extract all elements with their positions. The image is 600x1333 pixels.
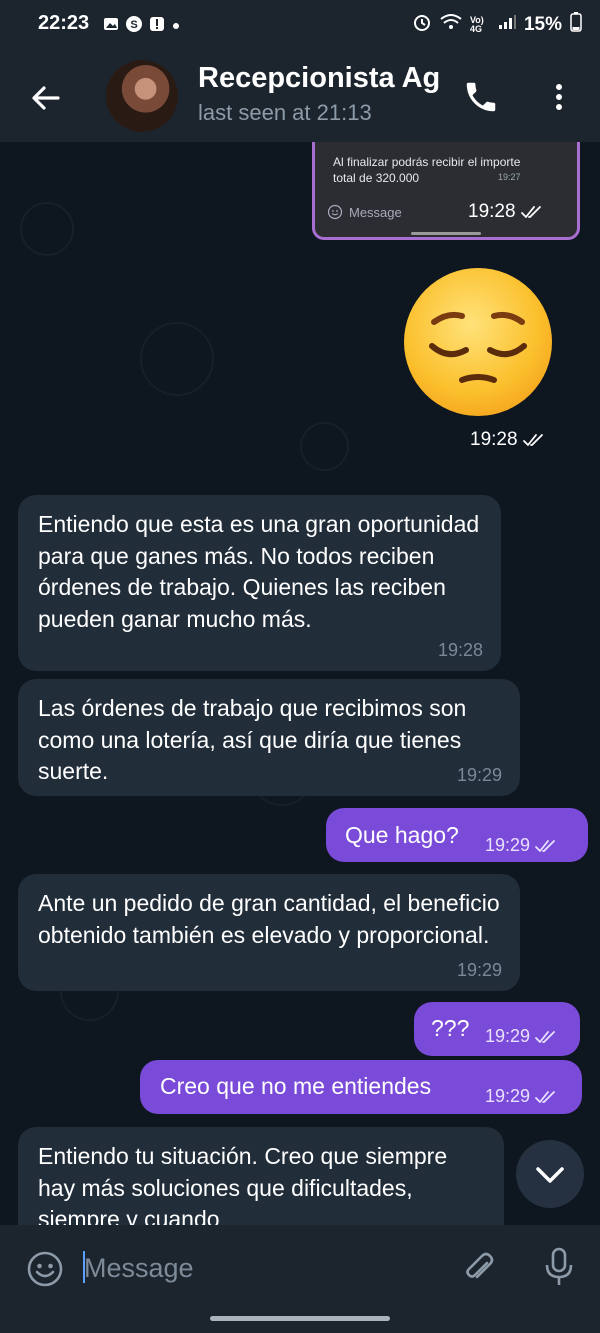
home-indicator[interactable] bbox=[210, 1316, 390, 1321]
status-time: 22:23 bbox=[38, 12, 90, 34]
status-right: Vo) 4G 15% bbox=[412, 12, 582, 38]
double-check-icon bbox=[535, 839, 555, 852]
message-time: 19:28 bbox=[437, 640, 483, 660]
smile-icon bbox=[327, 204, 343, 220]
message-text: ??? bbox=[431, 1015, 470, 1041]
attach-button[interactable] bbox=[460, 1250, 498, 1288]
text-caret bbox=[83, 1251, 85, 1283]
skype-icon: S bbox=[125, 15, 143, 38]
wifi-icon bbox=[440, 13, 462, 37]
scroll-to-bottom-button[interactable] bbox=[516, 1140, 584, 1208]
outgoing-message[interactable]: Creo que no me entiendes 19:29 bbox=[140, 1060, 582, 1114]
phone-icon bbox=[466, 82, 496, 112]
volte-4g-icon: Vo) 4G bbox=[469, 15, 484, 34]
message-time: 19:29 bbox=[485, 835, 531, 855]
outgoing-message[interactable]: ??? 19:29 bbox=[414, 1002, 580, 1056]
message-text: Entiendo tu situación. Creo que siempre … bbox=[38, 1143, 448, 1225]
incoming-message[interactable]: Ante un pedido de gran cantidad, el bene… bbox=[18, 874, 520, 991]
message-meta: 19:29 bbox=[485, 1026, 558, 1047]
message-time: 19:29 bbox=[456, 960, 502, 980]
status-left-icons: S bbox=[103, 15, 181, 38]
svg-text:S: S bbox=[130, 19, 137, 31]
outgoing-message[interactable]: Que hago? 19:29 bbox=[326, 808, 588, 862]
incoming-message[interactable]: Entiendo que esta es una gran oportunida… bbox=[18, 495, 501, 671]
message-text: Creo que no me entiendes bbox=[160, 1073, 432, 1099]
message-text: Entiendo que esta es una gran oportunida… bbox=[38, 511, 480, 632]
more-options-button[interactable] bbox=[545, 78, 573, 116]
message-timestamp: 19:28 bbox=[468, 201, 544, 223]
incoming-message[interactable]: Entiendo tu situación. Creo que siempre … bbox=[18, 1127, 504, 1225]
message-text: Ante un pedido de gran cantidad, el bene… bbox=[38, 890, 500, 948]
incoming-message[interactable]: Las órdenes de trabajo que recibimos son… bbox=[18, 679, 520, 796]
chevron-down-icon bbox=[536, 1167, 564, 1183]
time-text: 19:28 bbox=[470, 429, 518, 450]
message-time: 19:29 bbox=[485, 1086, 531, 1106]
back-button[interactable] bbox=[26, 78, 66, 118]
gallery-icon bbox=[103, 16, 119, 37]
screenshot-message-time: 19:27 bbox=[498, 172, 521, 182]
back-arrow-icon bbox=[32, 86, 60, 110]
screenshot-input-placeholder: Message bbox=[349, 204, 402, 220]
emoji-button[interactable] bbox=[26, 1250, 64, 1288]
double-check-icon bbox=[535, 1030, 555, 1043]
double-check-icon bbox=[535, 1090, 555, 1103]
notification-dot-icon bbox=[171, 18, 181, 36]
microphone-icon bbox=[545, 1247, 573, 1285]
time-text: 19:28 bbox=[468, 201, 516, 222]
voice-message-button[interactable] bbox=[540, 1246, 578, 1288]
pensive-face-emoji[interactable] bbox=[404, 268, 552, 416]
smile-icon bbox=[27, 1251, 63, 1287]
last-seen-status: last seen at 21:13 bbox=[198, 100, 372, 125]
double-check-icon bbox=[520, 206, 541, 218]
forwarded-screenshot[interactable]: Al finalizar podrás recibir el importe t… bbox=[312, 142, 580, 240]
message-text: Las órdenes de trabajo que recibimos son… bbox=[38, 695, 467, 784]
message-meta: 19:29 bbox=[485, 835, 558, 856]
call-button[interactable] bbox=[462, 78, 500, 116]
more-vertical-icon bbox=[556, 84, 562, 110]
contact-avatar[interactable] bbox=[106, 60, 178, 132]
contact-name[interactable]: Recepcionista Agu bbox=[198, 62, 441, 95]
double-check-icon bbox=[522, 434, 543, 446]
message-input[interactable] bbox=[82, 1244, 446, 1292]
alarm-icon bbox=[412, 12, 432, 38]
message-timestamp: 19:28 bbox=[470, 429, 546, 451]
message-time: 19:29 bbox=[456, 765, 502, 785]
message-time: 19:29 bbox=[485, 1026, 531, 1046]
alert-icon bbox=[149, 16, 165, 37]
chat-area[interactable]: Al finalizar podrás recibir el importe t… bbox=[0, 142, 600, 1225]
message-text: Que hago? bbox=[345, 822, 459, 848]
pensive-face-icon bbox=[429, 311, 527, 383]
battery-icon bbox=[570, 12, 582, 38]
paperclip-icon bbox=[466, 1252, 494, 1279]
screenshot-home-bar bbox=[411, 232, 481, 235]
battery-percent: 15% bbox=[523, 14, 562, 35]
message-meta: 19:29 bbox=[485, 1086, 558, 1107]
signal-icon bbox=[498, 14, 516, 36]
